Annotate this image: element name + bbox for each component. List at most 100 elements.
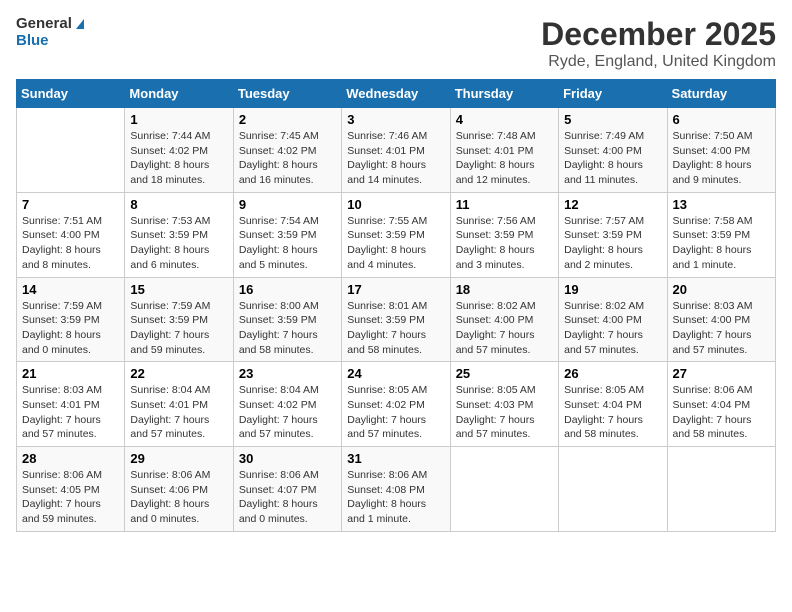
day-cell: 17Sunrise: 8:01 AM Sunset: 3:59 PM Dayli… [342,277,450,362]
day-number: 23 [239,366,336,381]
day-number: 5 [564,112,661,127]
day-info: Sunrise: 7:55 AM Sunset: 3:59 PM Dayligh… [347,214,444,273]
day-cell: 15Sunrise: 7:59 AM Sunset: 3:59 PM Dayli… [125,277,233,362]
day-cell: 28Sunrise: 8:06 AM Sunset: 4:05 PM Dayli… [17,447,125,532]
calendar-header-row: SundayMondayTuesdayWednesdayThursdayFrid… [17,80,776,108]
day-cell: 18Sunrise: 8:02 AM Sunset: 4:00 PM Dayli… [450,277,558,362]
calendar-table: SundayMondayTuesdayWednesdayThursdayFrid… [16,79,776,532]
day-number: 1 [130,112,227,127]
day-cell [17,108,125,193]
day-number: 31 [347,451,444,466]
column-header-sunday: Sunday [17,80,125,108]
day-info: Sunrise: 7:45 AM Sunset: 4:02 PM Dayligh… [239,129,336,188]
day-cell: 10 Sunrise: 7:55 AM Sunset: 3:59 PM Dayli… [342,192,450,277]
column-header-saturday: Saturday [667,80,775,108]
day-cell: 23Sunrise: 8:04 AM Sunset: 4:02 PM Dayli… [233,362,341,447]
day-info: Sunrise: 7:50 AM Sunset: 4:00 PM Dayligh… [673,129,770,188]
day-info: Sunrise: 7:51 AM Sunset: 4:00 PM Dayligh… [22,214,119,273]
day-info: Sunrise: 8:03 AM Sunset: 4:01 PM Dayligh… [22,383,119,442]
day-number: 8 [130,197,227,212]
day-number: 13 [673,197,770,212]
day-info: Sunrise: 7:46 AM Sunset: 4:01 PM Dayligh… [347,129,444,188]
day-cell: 25Sunrise: 8:05 AM Sunset: 4:03 PM Dayli… [450,362,558,447]
day-cell: 3 Sunrise: 7:46 AM Sunset: 4:01 PM Daylig… [342,108,450,193]
day-number: 10 [347,197,444,212]
day-info: Sunrise: 8:04 AM Sunset: 4:01 PM Dayligh… [130,383,227,442]
day-cell: 16 Sunrise: 8:00 AM Sunset: 3:59 PM Dayli… [233,277,341,362]
day-cell [667,447,775,532]
day-number: 11 [456,197,553,212]
day-cell: 8 Sunrise: 7:53 AM Sunset: 3:59 PM Daylig… [125,192,233,277]
day-cell: 21 Sunrise: 8:03 AM Sunset: 4:01 PM Dayli… [17,362,125,447]
title-area: December 2025 Ryde, England, United King… [541,16,776,71]
week-row-3: 14 Sunrise: 7:59 AM Sunset: 3:59 PM Dayli… [17,277,776,362]
column-header-wednesday: Wednesday [342,80,450,108]
day-cell: 13 Sunrise: 7:58 AM Sunset: 3:59 PM Dayli… [667,192,775,277]
day-number: 21 [22,366,119,381]
day-cell: 14 Sunrise: 7:59 AM Sunset: 3:59 PM Dayli… [17,277,125,362]
day-cell: 7Sunrise: 7:51 AM Sunset: 4:00 PM Daylig… [17,192,125,277]
day-info: Sunrise: 7:58 AM Sunset: 3:59 PM Dayligh… [673,214,770,273]
day-cell: 30Sunrise: 8:06 AM Sunset: 4:07 PM Dayli… [233,447,341,532]
day-info: Sunrise: 8:02 AM Sunset: 4:00 PM Dayligh… [564,299,661,358]
logo-line2: Blue [16,33,84,50]
day-info: Sunrise: 8:03 AM Sunset: 4:00 PM Dayligh… [673,299,770,358]
day-info: Sunrise: 7:59 AM Sunset: 3:59 PM Dayligh… [130,299,227,358]
day-info: Sunrise: 8:05 AM Sunset: 4:02 PM Dayligh… [347,383,444,442]
day-cell: 19 Sunrise: 8:02 AM Sunset: 4:00 PM Dayli… [559,277,667,362]
day-info: Sunrise: 8:01 AM Sunset: 3:59 PM Dayligh… [347,299,444,358]
logo-container: General Blue [16,16,84,49]
day-info: Sunrise: 8:06 AM Sunset: 4:08 PM Dayligh… [347,468,444,527]
day-cell: 9 Sunrise: 7:54 AM Sunset: 3:59 PM Daylig… [233,192,341,277]
day-info: Sunrise: 7:44 AM Sunset: 4:02 PM Dayligh… [130,129,227,188]
day-number: 12 [564,197,661,212]
day-number: 24 [347,366,444,381]
day-number: 6 [673,112,770,127]
day-cell: 5Sunrise: 7:49 AM Sunset: 4:00 PM Daylig… [559,108,667,193]
day-cell: 27 Sunrise: 8:06 AM Sunset: 4:04 PM Dayli… [667,362,775,447]
day-info: Sunrise: 7:59 AM Sunset: 3:59 PM Dayligh… [22,299,119,358]
day-cell: 22 Sunrise: 8:04 AM Sunset: 4:01 PM Dayli… [125,362,233,447]
day-cell: 2 Sunrise: 7:45 AM Sunset: 4:02 PM Daylig… [233,108,341,193]
day-cell: 26Sunrise: 8:05 AM Sunset: 4:04 PM Dayli… [559,362,667,447]
day-cell: 20 Sunrise: 8:03 AM Sunset: 4:00 PM Dayli… [667,277,775,362]
header: General Blue December 2025 Ryde, England… [16,16,776,71]
column-header-tuesday: Tuesday [233,80,341,108]
week-row-4: 21 Sunrise: 8:03 AM Sunset: 4:01 PM Dayli… [17,362,776,447]
day-cell: 24 Sunrise: 8:05 AM Sunset: 4:02 PM Dayli… [342,362,450,447]
day-number: 14 [22,282,119,297]
day-number: 25 [456,366,553,381]
day-number: 19 [564,282,661,297]
day-number: 2 [239,112,336,127]
day-info: Sunrise: 7:53 AM Sunset: 3:59 PM Dayligh… [130,214,227,273]
day-number: 28 [22,451,119,466]
day-cell: 12Sunrise: 7:57 AM Sunset: 3:59 PM Dayli… [559,192,667,277]
day-cell: 29Sunrise: 8:06 AM Sunset: 4:06 PM Dayli… [125,447,233,532]
day-cell: 4 Sunrise: 7:48 AM Sunset: 4:01 PM Daylig… [450,108,558,193]
column-header-thursday: Thursday [450,80,558,108]
day-info: Sunrise: 8:05 AM Sunset: 4:04 PM Dayligh… [564,383,661,442]
day-number: 16 [239,282,336,297]
day-cell: 6 Sunrise: 7:50 AM Sunset: 4:00 PM Daylig… [667,108,775,193]
day-number: 18 [456,282,553,297]
week-row-5: 28Sunrise: 8:06 AM Sunset: 4:05 PM Dayli… [17,447,776,532]
logo-line1: General [16,16,84,33]
day-info: Sunrise: 8:06 AM Sunset: 4:07 PM Dayligh… [239,468,336,527]
day-info: Sunrise: 7:56 AM Sunset: 3:59 PM Dayligh… [456,214,553,273]
day-info: Sunrise: 7:48 AM Sunset: 4:01 PM Dayligh… [456,129,553,188]
day-info: Sunrise: 8:06 AM Sunset: 4:04 PM Dayligh… [673,383,770,442]
day-number: 22 [130,366,227,381]
day-number: 4 [456,112,553,127]
day-number: 27 [673,366,770,381]
day-cell [559,447,667,532]
day-number: 9 [239,197,336,212]
day-cell: 1 Sunrise: 7:44 AM Sunset: 4:02 PM Daylig… [125,108,233,193]
week-row-1: 1 Sunrise: 7:44 AM Sunset: 4:02 PM Daylig… [17,108,776,193]
day-number: 3 [347,112,444,127]
week-row-2: 7Sunrise: 7:51 AM Sunset: 4:00 PM Daylig… [17,192,776,277]
day-info: Sunrise: 7:54 AM Sunset: 3:59 PM Dayligh… [239,214,336,273]
day-cell: 31 Sunrise: 8:06 AM Sunset: 4:08 PM Dayli… [342,447,450,532]
day-number: 29 [130,451,227,466]
day-info: Sunrise: 8:00 AM Sunset: 3:59 PM Dayligh… [239,299,336,358]
day-number: 20 [673,282,770,297]
